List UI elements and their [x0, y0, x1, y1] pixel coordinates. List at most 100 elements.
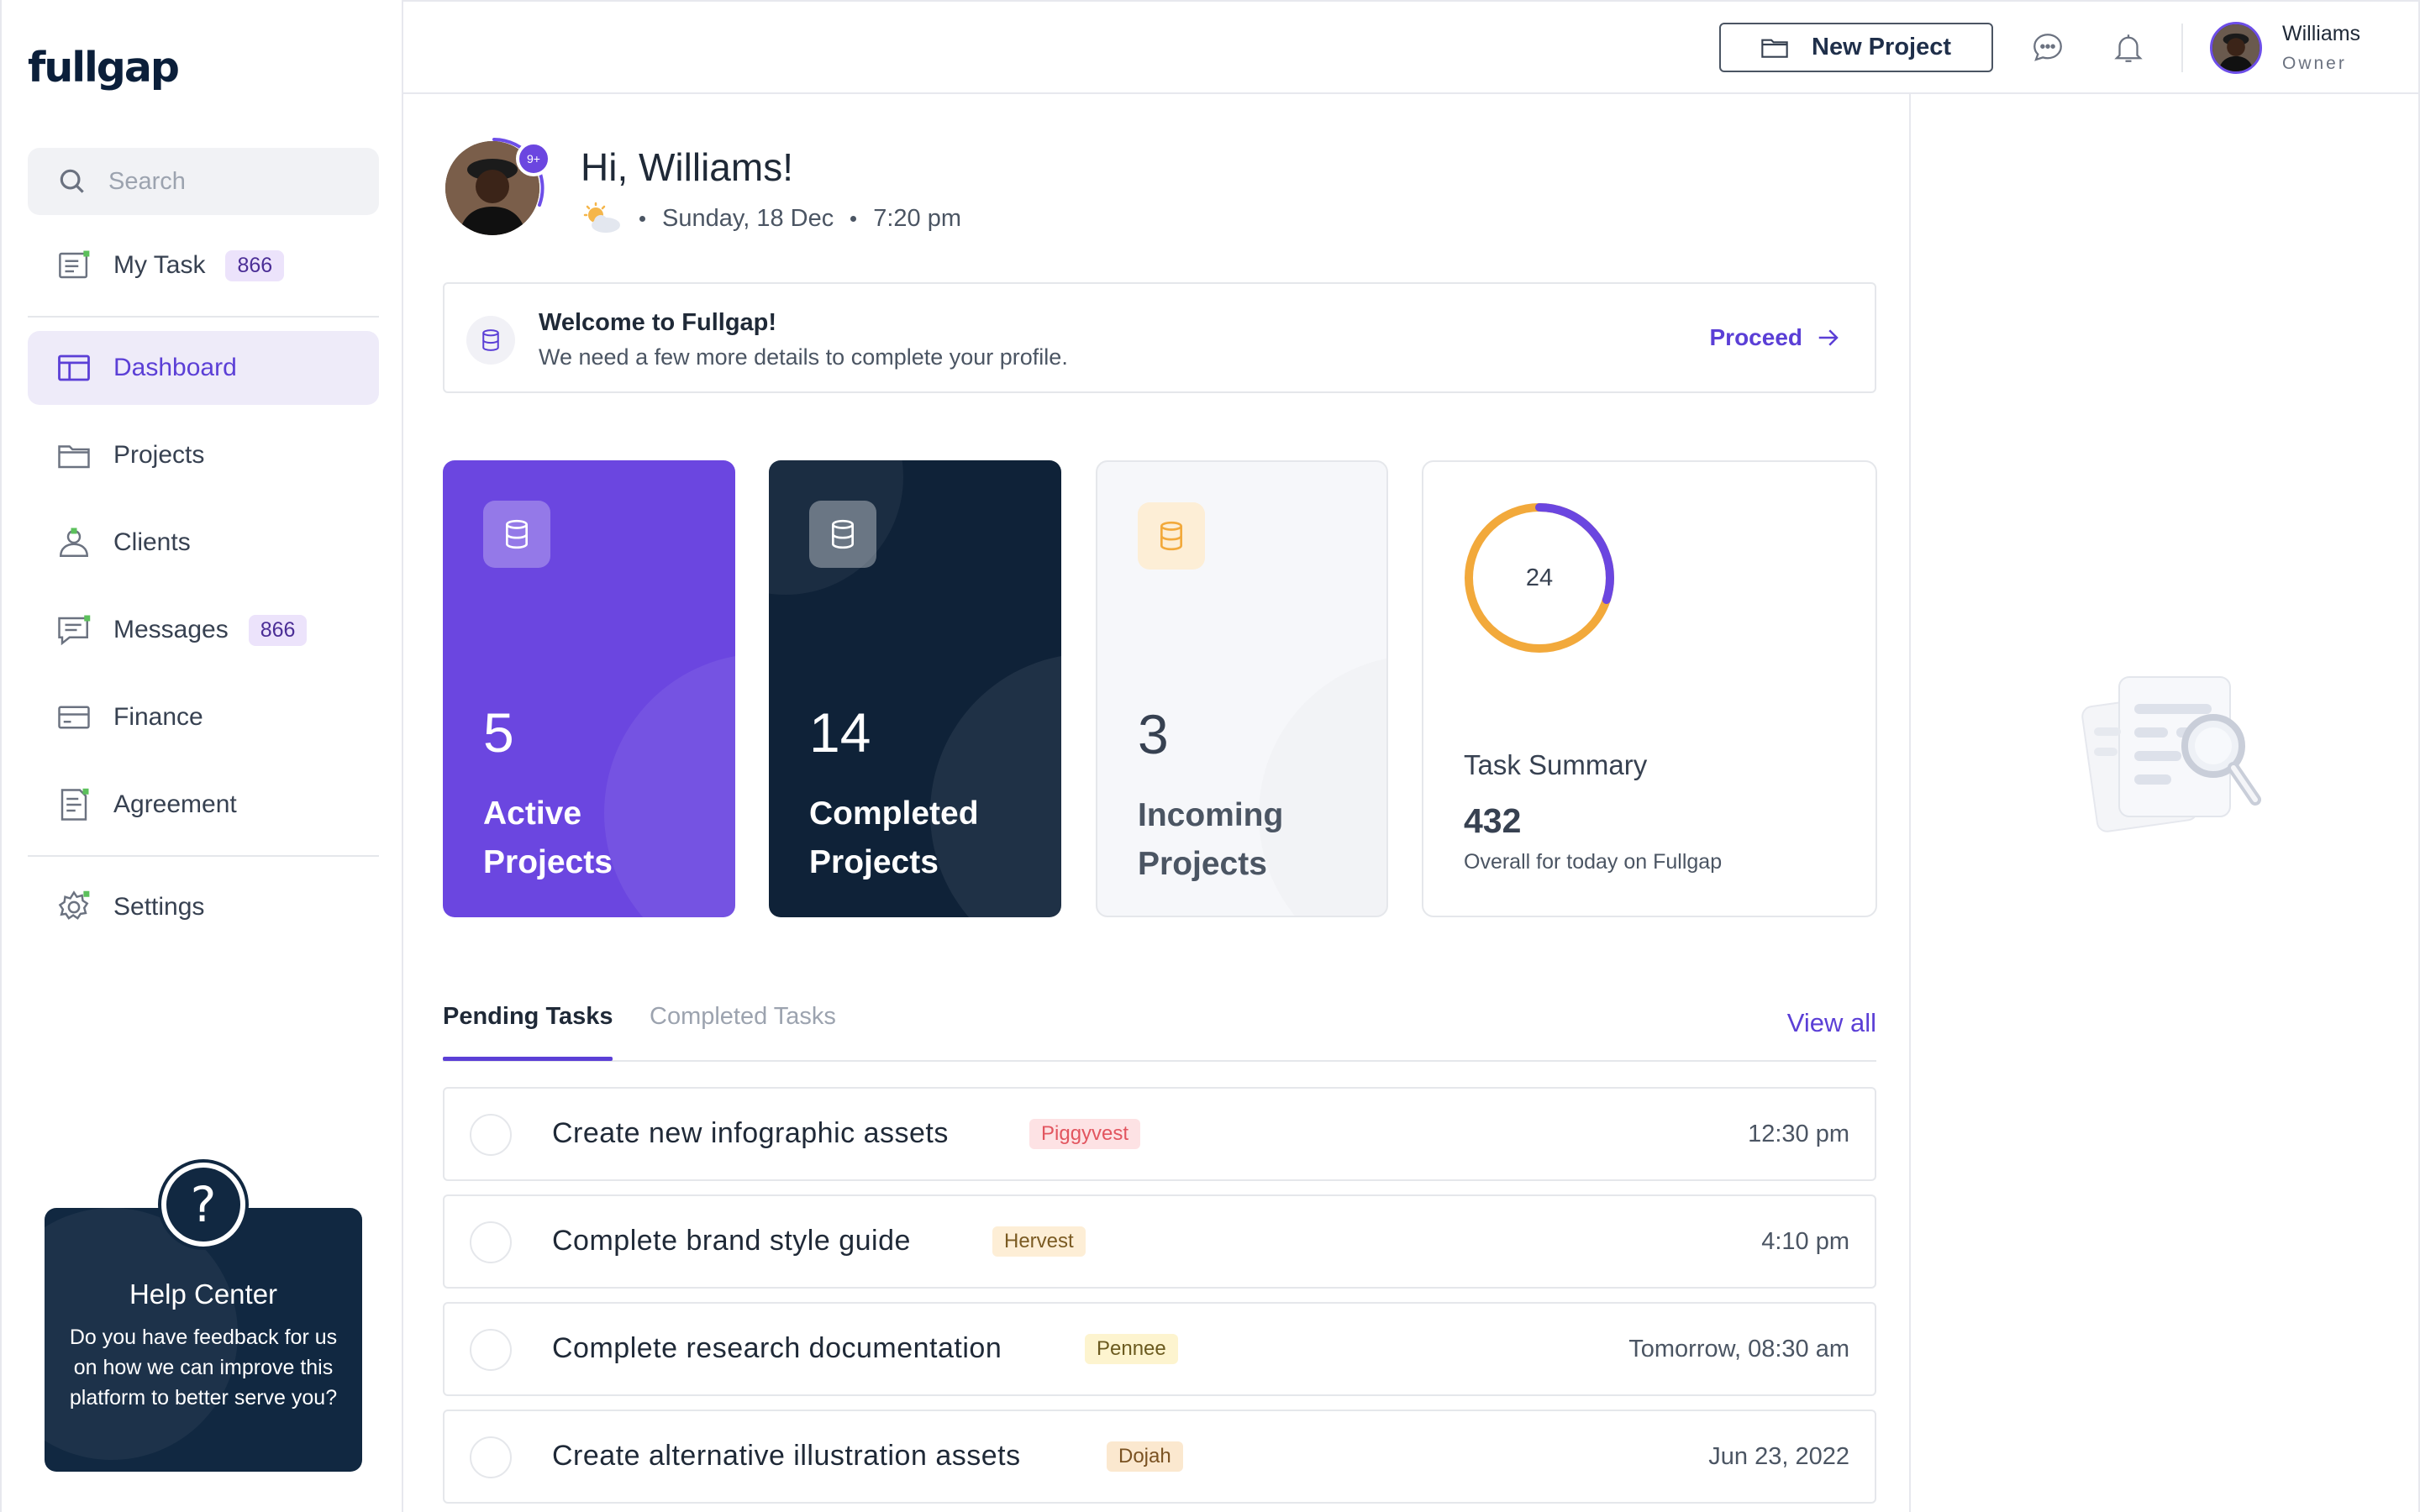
- dashboard-icon: [56, 350, 92, 386]
- stat-label-line: Incoming: [1138, 797, 1284, 833]
- task-row[interactable]: Create alternative illustration assets D…: [443, 1410, 1876, 1504]
- separator-dot: [850, 215, 857, 222]
- user-name: Williams: [2282, 22, 2361, 45]
- empty-state-illustration-icon: [2081, 676, 2261, 832]
- task-tag: Hervest: [992, 1226, 1086, 1257]
- sidebar-item-settings[interactable]: Settings: [28, 870, 379, 944]
- proceed-label: Proceed: [1709, 324, 1803, 350]
- database-icon: [1138, 502, 1205, 570]
- avatar-image: [2212, 24, 2260, 71]
- database-icon: [809, 501, 876, 568]
- decorative-circle: [604, 654, 735, 917]
- sidebar-item-label: Dashboard: [113, 354, 237, 381]
- task-checkbox[interactable]: [470, 1329, 512, 1371]
- active-tab-indicator: [443, 1057, 613, 1061]
- message-count-badge: 866: [248, 614, 308, 646]
- sidebar-item-projects[interactable]: Projects: [28, 418, 379, 492]
- proceed-link[interactable]: Proceed: [1710, 324, 1842, 351]
- arrow-right-icon: [1818, 329, 1839, 346]
- help-center-text: Do you have feedback for us on how we ca…: [69, 1326, 338, 1410]
- stat-label-line: Completed: [809, 795, 979, 832]
- task-tag: Piggyvest: [1029, 1119, 1141, 1149]
- welcome-title: Welcome to Fullgap!: [539, 309, 777, 336]
- summary-title: Task Summary: [1464, 749, 1648, 780]
- gear-icon: [56, 890, 92, 925]
- task-title: Complete research documentation: [552, 1332, 1002, 1364]
- sidebar-item-label: Settings: [113, 893, 205, 921]
- help-center-card[interactable]: Help Center Do you have feedback for us …: [45, 1208, 362, 1472]
- document-icon: [56, 787, 92, 822]
- tasks-tab-bar: Pending Tasks Completed Tasks View all: [443, 996, 1876, 1062]
- task-time: 4:10 pm: [1761, 1228, 1849, 1255]
- sidebar-item-finance[interactable]: Finance: [28, 680, 379, 754]
- greeting: Hi, Williams!: [581, 145, 793, 189]
- task-title: Create alternative illustration assets: [552, 1440, 1021, 1472]
- stat-value: 5: [483, 701, 514, 764]
- sidebar-item-label: My Task: [113, 251, 206, 279]
- search-placeholder: Search: [108, 167, 186, 195]
- sidebar-item-dashboard[interactable]: Dashboard: [28, 331, 379, 405]
- welcome-banner: Welcome to Fullgap! We need a few more d…: [443, 282, 1876, 393]
- stat-label-line: Projects: [809, 844, 939, 880]
- task-checkbox[interactable]: [470, 1114, 512, 1156]
- profile-avatar[interactable]: 9+: [442, 136, 551, 240]
- task-row[interactable]: Complete brand style guide Hervest 4:10 …: [443, 1194, 1876, 1289]
- sidebar-item-label: Clients: [113, 528, 191, 556]
- view-all-link[interactable]: View all: [1787, 1008, 1876, 1038]
- active-projects-card[interactable]: 5 Active Projects: [443, 460, 735, 917]
- task-time: Tomorrow, 08:30 am: [1628, 1336, 1849, 1362]
- fullgap-logo[interactable]: fullgap: [28, 44, 180, 92]
- sidebar-item-agreement[interactable]: Agreement: [28, 768, 379, 842]
- incoming-projects-card[interactable]: 3 Incoming Projects: [1096, 460, 1388, 917]
- stat-label: Incoming Projects: [1138, 791, 1283, 889]
- sidebar-item-label: Projects: [113, 441, 205, 469]
- task-row[interactable]: Create new infographic assets Piggyvest …: [443, 1087, 1876, 1181]
- task-time: 12:30 pm: [1748, 1121, 1849, 1147]
- user-role: Owner: [2282, 54, 2347, 73]
- stat-label-line: Projects: [483, 844, 613, 880]
- bell-icon[interactable]: [2111, 30, 2146, 66]
- task-list-icon: [56, 248, 92, 283]
- sidebar-divider: [28, 316, 379, 318]
- avatar[interactable]: [2210, 22, 2262, 74]
- database-icon: [483, 501, 550, 568]
- donut-value: 24: [1525, 564, 1554, 591]
- sidebar-item-messages[interactable]: Messages 866: [28, 593, 379, 667]
- welcome-subtitle: We need a few more details to complete y…: [539, 344, 1068, 370]
- task-summary-card[interactable]: 24 Task Summary 432 Overall for today on…: [1422, 460, 1877, 917]
- sidebar-item-my-task[interactable]: My Task 866: [28, 228, 379, 302]
- stat-value: 14: [809, 701, 871, 764]
- stat-label: Completed Projects: [809, 790, 979, 887]
- folder-icon: [1761, 39, 1788, 58]
- new-project-label: New Project: [1812, 34, 1951, 60]
- notification-badge[interactable]: 9+: [516, 141, 551, 176]
- date-line: Sunday, 18 Dec 7:20 pm: [581, 202, 961, 235]
- user-icon: [56, 525, 92, 560]
- separator-dot: [639, 215, 645, 222]
- chat-icon[interactable]: [2030, 30, 2065, 66]
- tab-pending-tasks[interactable]: Pending Tasks: [443, 1003, 613, 1031]
- question-mark-icon[interactable]: ?: [161, 1163, 245, 1247]
- task-row[interactable]: Complete research documentation Pennee T…: [443, 1302, 1876, 1396]
- search-input[interactable]: Search: [28, 148, 379, 215]
- stat-label-line: Projects: [1138, 846, 1267, 882]
- current-time: 7:20 pm: [873, 204, 962, 232]
- sidebar: fullgap Search My Task 866 Dashboard Pro…: [0, 0, 403, 1512]
- current-date: Sunday, 18 Dec: [662, 204, 834, 232]
- sidebar-item-label: Messages: [113, 616, 229, 643]
- sidebar-item-clients[interactable]: Clients: [28, 506, 379, 580]
- new-project-button[interactable]: New Project: [1719, 23, 1993, 72]
- task-checkbox[interactable]: [470, 1221, 512, 1263]
- completed-projects-card[interactable]: 14 Completed Projects: [769, 460, 1061, 917]
- credit-card-icon: [56, 700, 92, 735]
- sidebar-item-label: Agreement: [113, 790, 237, 818]
- task-title: Complete brand style guide: [552, 1225, 911, 1257]
- task-time: Jun 23, 2022: [1708, 1443, 1849, 1470]
- help-center-title: Help Center: [129, 1278, 278, 1310]
- task-checkbox[interactable]: [470, 1436, 512, 1478]
- task-tag: Pennee: [1085, 1334, 1178, 1364]
- message-icon: [56, 612, 92, 648]
- database-icon: [466, 316, 515, 365]
- task-title: Create new infographic assets: [552, 1117, 949, 1149]
- tab-completed-tasks[interactable]: Completed Tasks: [650, 1003, 836, 1031]
